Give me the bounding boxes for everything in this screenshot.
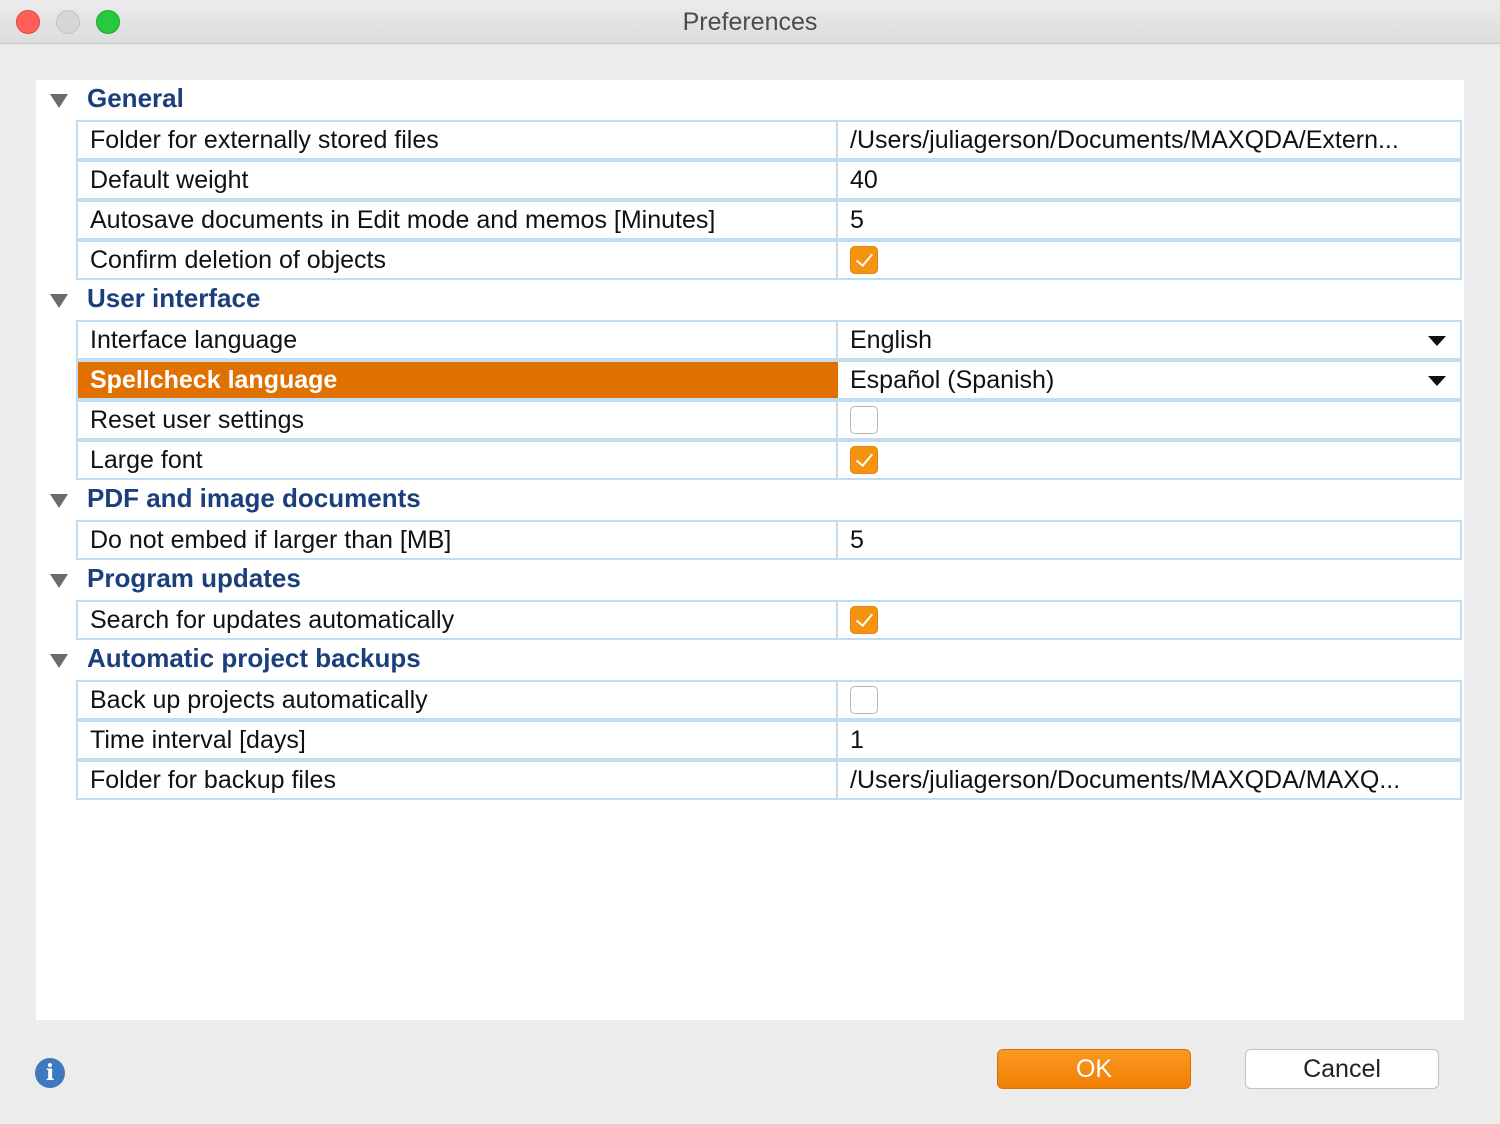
info-icon[interactable]: i <box>35 1058 65 1088</box>
preference-value-field[interactable]: /Users/juliagerson/Documents/MAXQDA/MAXQ… <box>840 762 1460 798</box>
preference-value-cell <box>840 682 1460 718</box>
preference-label: Interface language <box>78 322 838 358</box>
triangle-down-icon[interactable] <box>50 94 68 108</box>
preference-value-field[interactable]: 1 <box>840 722 1460 758</box>
preference-row[interactable]: Time interval [days] 1 <box>76 720 1462 760</box>
preference-row[interactable]: Autosave documents in Edit mode and memo… <box>76 200 1462 240</box>
checkbox-checked[interactable] <box>850 606 878 634</box>
section-title: Automatic project backups <box>87 643 421 673</box>
preference-label: Default weight <box>78 162 838 198</box>
section-title: Program updates <box>87 563 301 593</box>
dropdown-arrow-icon[interactable] <box>1428 376 1446 386</box>
triangle-down-icon[interactable] <box>50 574 68 588</box>
preference-row[interactable]: Folder for externally stored files/Users… <box>76 120 1462 160</box>
preference-value-cell <box>840 602 1460 638</box>
preference-label: Folder for backup files <box>78 762 838 798</box>
preference-row[interactable]: Large font <box>76 440 1462 480</box>
preference-row[interactable]: Back up projects automatically <box>76 680 1462 720</box>
preference-label: Reset user settings <box>78 402 838 438</box>
preference-value-field[interactable]: 5 <box>840 202 1460 238</box>
section-header[interactable]: General <box>36 80 1464 120</box>
cancel-button[interactable]: Cancel <box>1245 1049 1439 1089</box>
section-header[interactable]: Program updates <box>36 560 1464 600</box>
preference-dropdown[interactable]: Español (Spanish) <box>840 362 1460 398</box>
preference-row[interactable]: Folder for backup files/Users/juliagerso… <box>76 760 1462 800</box>
section-title: User interface <box>87 283 261 313</box>
preference-value-cell <box>840 402 1460 438</box>
dropdown-arrow-icon[interactable] <box>1428 336 1446 346</box>
preference-label: Back up projects automatically <box>78 682 838 718</box>
section-header[interactable]: User interface <box>36 280 1464 320</box>
window-title: Preferences <box>682 8 818 36</box>
preference-label: Autosave documents in Edit mode and memo… <box>78 202 838 238</box>
preference-label: Do not embed if larger than [MB] <box>78 522 838 558</box>
dropdown-value: English <box>850 326 932 354</box>
preference-row[interactable]: Do not embed if larger than [MB] 5 <box>76 520 1462 560</box>
preference-value-cell <box>840 242 1460 278</box>
preference-row[interactable]: Interface language English <box>76 320 1462 360</box>
preferences-tree: General Folder for externally stored file… <box>36 80 1464 1020</box>
preference-row[interactable]: Confirm deletion of objects <box>76 240 1462 280</box>
section-header[interactable]: Automatic project backups <box>36 640 1464 680</box>
preference-label: Spellcheck language <box>78 362 838 398</box>
triangle-down-icon[interactable] <box>50 654 68 668</box>
checkbox-checked[interactable] <box>850 446 878 474</box>
ok-button[interactable]: OK <box>997 1049 1191 1089</box>
title-bar: Preferences <box>0 0 1500 44</box>
preference-row[interactable]: Spellcheck language Español (Spanish) <box>76 360 1462 400</box>
section-title: PDF and image documents <box>87 483 421 513</box>
section-header[interactable]: PDF and image documents <box>36 480 1464 520</box>
triangle-down-icon[interactable] <box>50 294 68 308</box>
preference-row[interactable]: Default weight 40 <box>76 160 1462 200</box>
preference-label: Large font <box>78 442 838 478</box>
preference-label: Folder for externally stored files <box>78 122 838 158</box>
preference-value-field[interactable]: 40 <box>840 162 1460 198</box>
checkbox-checked[interactable] <box>850 246 878 274</box>
checkbox-unchecked[interactable] <box>850 686 878 714</box>
dropdown-value: Español (Spanish) <box>850 366 1055 394</box>
preference-value-field[interactable]: /Users/juliagerson/Documents/MAXQDA/Exte… <box>840 122 1460 158</box>
preference-label: Confirm deletion of objects <box>78 242 838 278</box>
section-title: General <box>87 83 184 113</box>
preference-value-field[interactable]: 5 <box>840 522 1460 558</box>
preference-dropdown[interactable]: English <box>840 322 1460 358</box>
preference-row[interactable]: Search for updates automatically <box>76 600 1462 640</box>
checkbox-unchecked[interactable] <box>850 406 878 434</box>
preference-row[interactable]: Reset user settings <box>76 400 1462 440</box>
triangle-down-icon[interactable] <box>50 494 68 508</box>
preference-value-cell <box>840 442 1460 478</box>
preference-label: Time interval [days] <box>78 722 838 758</box>
preference-label: Search for updates automatically <box>78 602 838 638</box>
